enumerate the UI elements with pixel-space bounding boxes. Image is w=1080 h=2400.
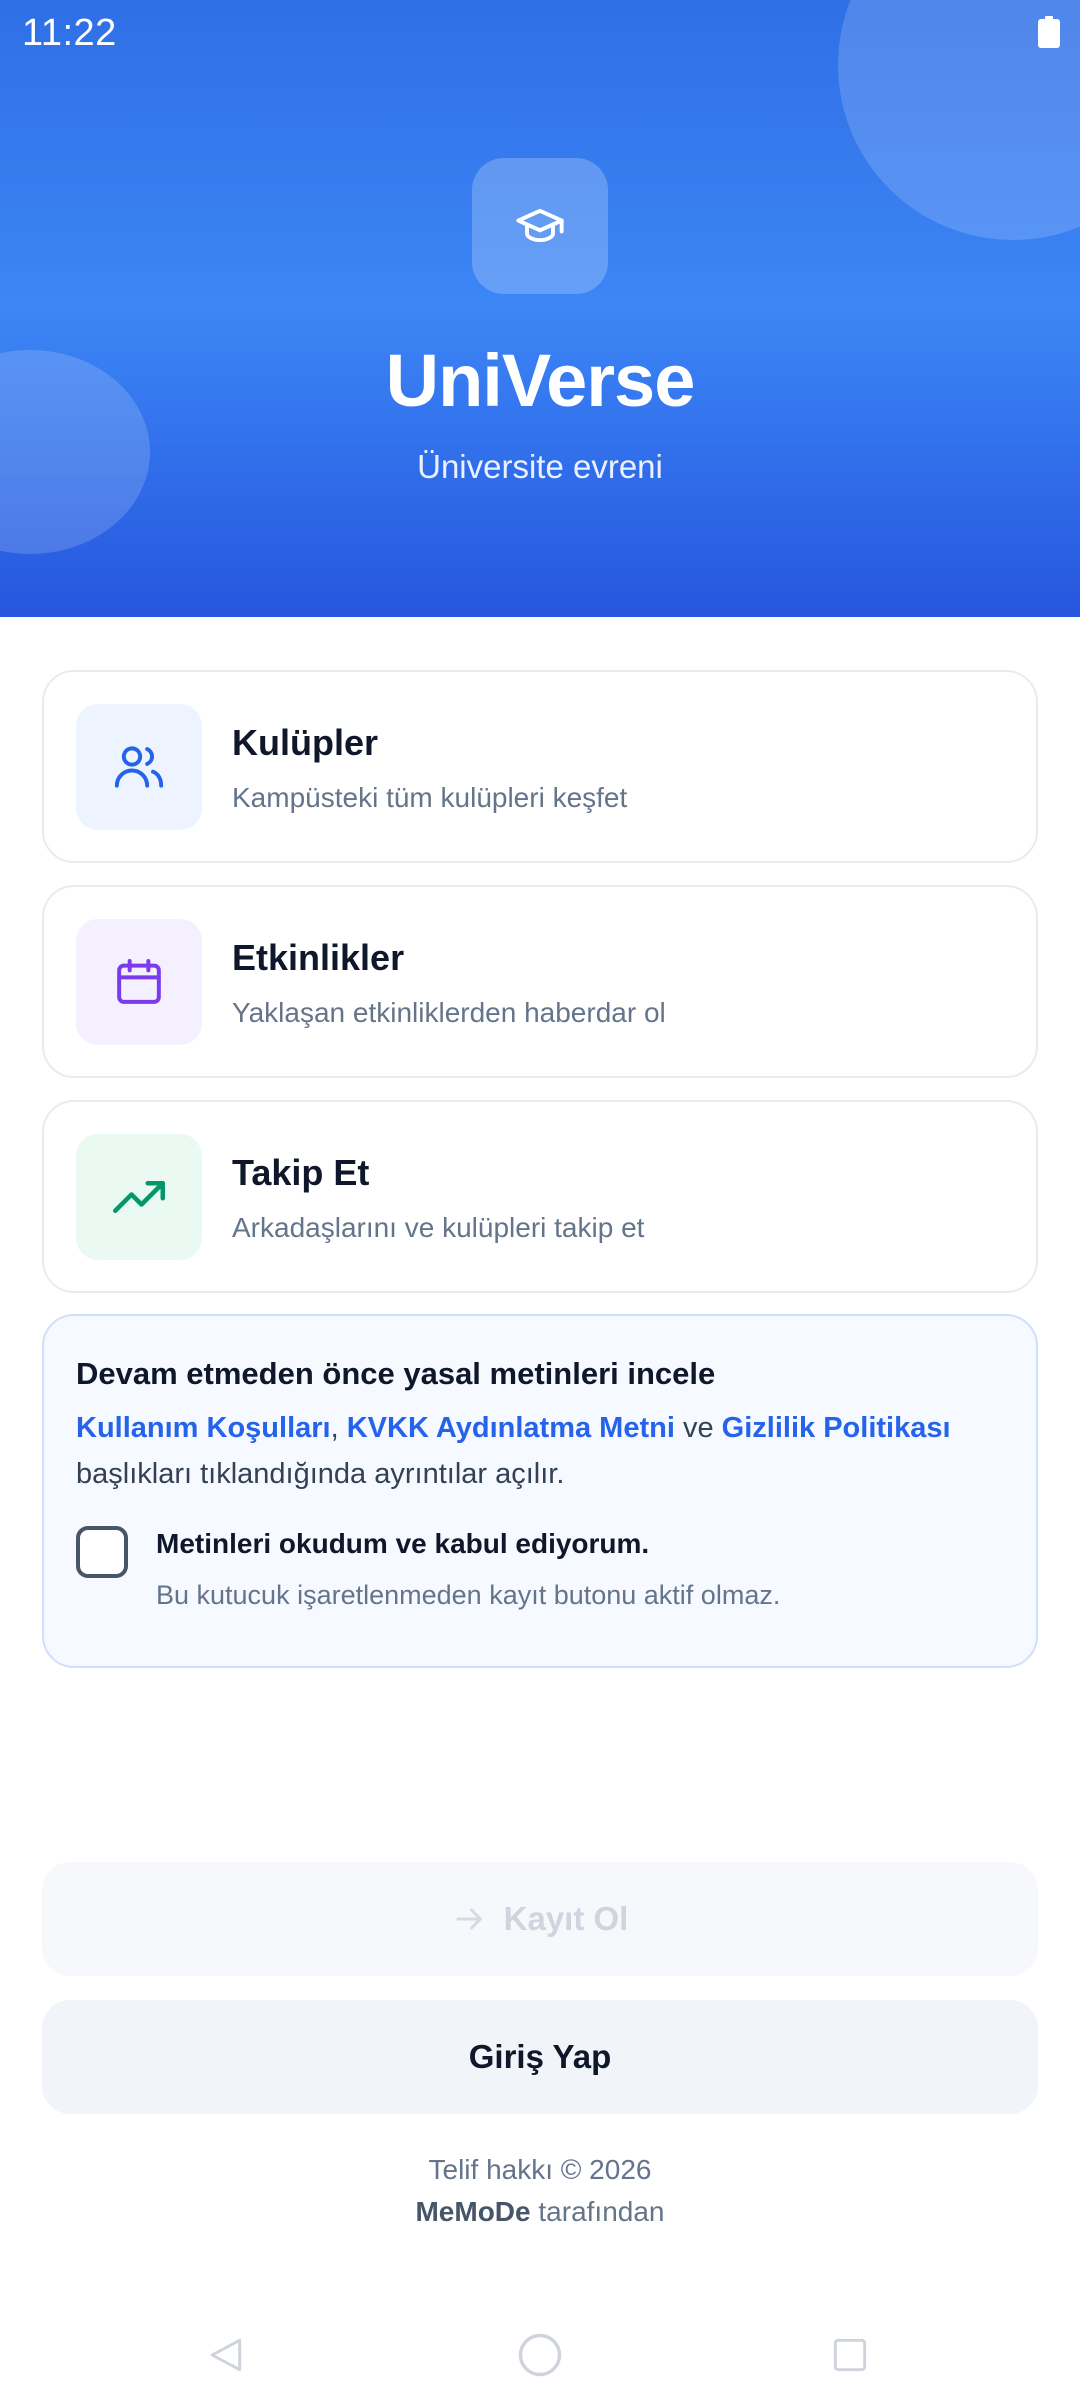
conjunction-text: ve <box>682 1412 714 1444</box>
kvkk-notice-link[interactable]: KVKK Aydınlatma Metni <box>347 1412 675 1444</box>
feature-title: Takip Et <box>232 1152 370 1193</box>
app-logo <box>472 158 608 294</box>
legal-consent-box: Devam etmeden önce yasal metinleri incel… <box>42 1314 1038 1668</box>
feature-title: Kulüpler <box>232 722 379 763</box>
legal-links-line: Kullanım Koşulları, KVKK Aydınlatma Metn… <box>76 1412 951 1445</box>
nav-recents-button[interactable] <box>810 2320 890 2390</box>
system-navigation-bar <box>0 2310 1080 2400</box>
credit-text: MeMoDe tarafından <box>0 2196 1080 2228</box>
accept-terms-checkbox[interactable] <box>76 1526 128 1578</box>
feature-description: Arkadaşlarını ve kulüpleri takip et <box>232 1212 645 1243</box>
status-time: 11:22 <box>22 12 117 54</box>
feature-icon-tile <box>76 704 202 830</box>
battery-icon <box>1038 16 1060 48</box>
terms-of-use-link[interactable]: Kullanım Koşulları <box>76 1412 331 1444</box>
copyright-text: Telif hakkı © 2026 <box>428 2154 652 2185</box>
trending-up-icon <box>113 1181 165 1213</box>
arrow-right-icon <box>456 1908 482 1930</box>
credit-suffix: tarafından <box>538 2196 665 2227</box>
users-icon <box>114 746 164 788</box>
app-name: UniVerse <box>385 339 696 422</box>
feature-title: Etkinlikler <box>232 937 405 978</box>
app-tagline: Üniversite evreni <box>417 448 663 485</box>
feature-description: Kampüsteki tüm kulüpleri keşfet <box>232 782 628 813</box>
nav-home-button[interactable] <box>500 2320 580 2390</box>
feature-card-follow[interactable]: Takip Et Arkadaşlarını ve kulüpleri taki… <box>42 1100 1038 1293</box>
feature-description: Yaklaşan etkinliklerden haberdar ol <box>232 997 666 1028</box>
feature-icon-tile <box>76 1134 202 1260</box>
legal-title: Devam etmeden önce yasal metinleri incel… <box>76 1356 716 1391</box>
graduation-cap-icon <box>516 208 564 243</box>
register-button-label: Kayıt Ol <box>503 1900 629 1937</box>
calendar-icon <box>117 959 161 1004</box>
login-button[interactable]: Giriş Yap <box>42 2000 1038 2114</box>
hero-header: 11:22 UniVerse Üniversite evreni <box>0 0 1080 617</box>
recents-square-icon <box>833 2338 867 2372</box>
nav-back-button[interactable] <box>185 2320 265 2390</box>
register-button[interactable]: Kayıt Ol <box>42 1862 1038 1976</box>
back-triangle-icon <box>210 2338 242 2372</box>
accept-terms-help: Bu kutucuk işaretlenmeden kayıt butonu a… <box>156 1580 781 1610</box>
separator-text: , <box>330 1412 339 1444</box>
feature-card-events[interactable]: Etkinlikler Yaklaşan etkinliklerden habe… <box>42 885 1038 1078</box>
privacy-policy-link[interactable]: Gizlilik Politikası <box>722 1412 951 1444</box>
home-circle-icon <box>518 2333 562 2377</box>
feature-icon-tile <box>76 919 202 1045</box>
welcome-screen: 11:22 UniVerse Üniversite evreni Kulüple… <box>0 0 1080 2400</box>
legal-note: başlıkları tıklandığında ayrıntılar açıl… <box>76 1458 565 1490</box>
login-button-label: Giriş Yap <box>468 2038 612 2075</box>
company-name: MeMoDe <box>415 2196 531 2227</box>
feature-card-clubs[interactable]: Kulüpler Kampüsteki tüm kulüpleri keşfet <box>42 670 1038 863</box>
accept-terms-label[interactable]: Metinleri okudum ve kabul ediyorum. <box>156 1528 649 1560</box>
